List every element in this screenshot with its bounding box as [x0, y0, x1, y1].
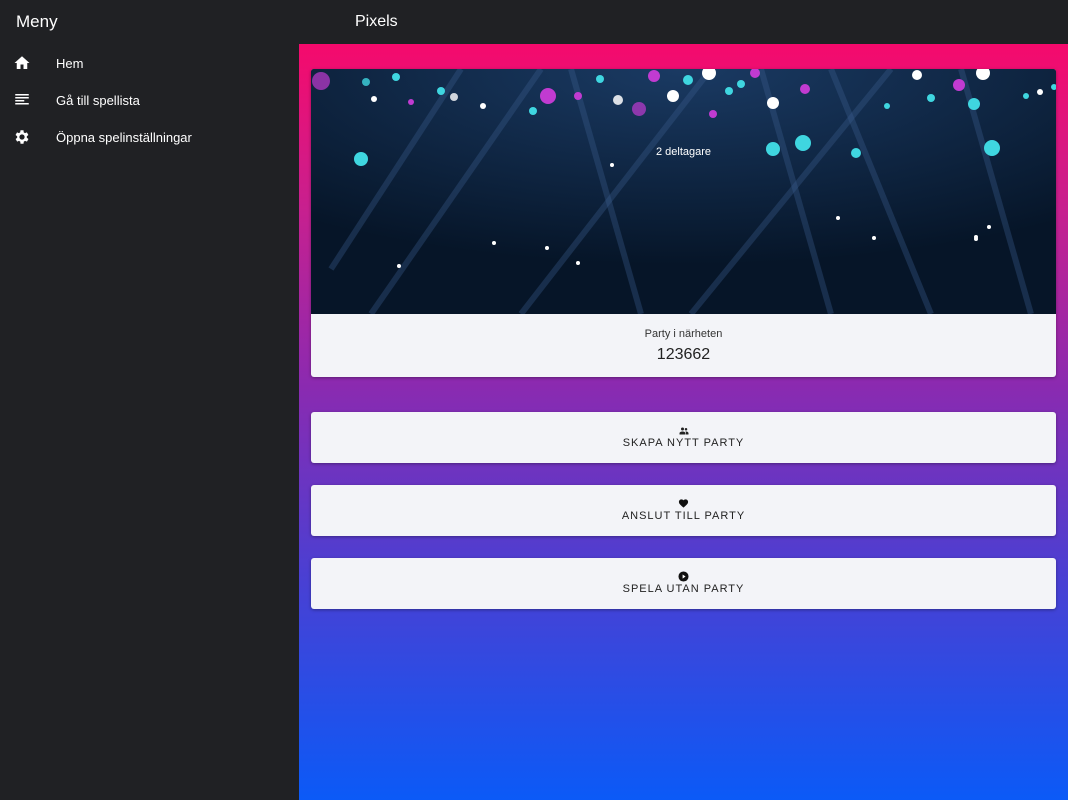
- party-banner-image: 2 deltagare: [311, 69, 1056, 314]
- party-card[interactable]: 2 deltagare Party i närheten 123662: [311, 69, 1056, 377]
- home-icon: [13, 54, 31, 72]
- gear-icon: [13, 128, 31, 146]
- heart-icon: [311, 498, 1056, 510]
- sidebar-item-label: Gå till spellista: [56, 92, 140, 108]
- group-icon: [311, 425, 1056, 437]
- create-party-button[interactable]: SKAPA NYTT PARTY: [311, 412, 1056, 463]
- main-content: 2 deltagare Party i närheten 123662 SKAP…: [299, 44, 1068, 800]
- play-without-party-button[interactable]: SPELA UTAN PARTY: [311, 558, 1056, 609]
- sidebar-item-settings[interactable]: Öppna spelinställningar: [0, 119, 299, 155]
- participants-count: 2 deltagare: [655, 146, 712, 158]
- party-caption: Party i närheten: [644, 328, 723, 340]
- join-party-label: ANSLUT TILL PARTY: [621, 510, 746, 522]
- play-circle-icon: [311, 571, 1056, 583]
- sidebar-item-home[interactable]: Hem: [0, 45, 299, 81]
- create-party-label: SKAPA NYTT PARTY: [622, 437, 745, 449]
- party-info: Party i närheten 123662: [311, 314, 1056, 377]
- sidebar-item-label: Öppna spelinställningar: [56, 129, 192, 145]
- list-icon: [13, 91, 31, 109]
- sidebar-item-playlist[interactable]: Gå till spellista: [0, 82, 299, 118]
- sidebar-item-label: Hem: [56, 55, 84, 71]
- party-code: 123662: [656, 346, 711, 363]
- play-without-party-label: SPELA UTAN PARTY: [622, 583, 745, 595]
- app-header: Pixels: [299, 0, 1068, 44]
- join-party-button[interactable]: ANSLUT TILL PARTY: [311, 485, 1056, 536]
- sidebar-menu: Meny Hem Gå till spellista Öppna spelins…: [0, 0, 299, 800]
- sidebar-title: Meny: [16, 12, 58, 31]
- page-title: Pixels: [355, 13, 398, 30]
